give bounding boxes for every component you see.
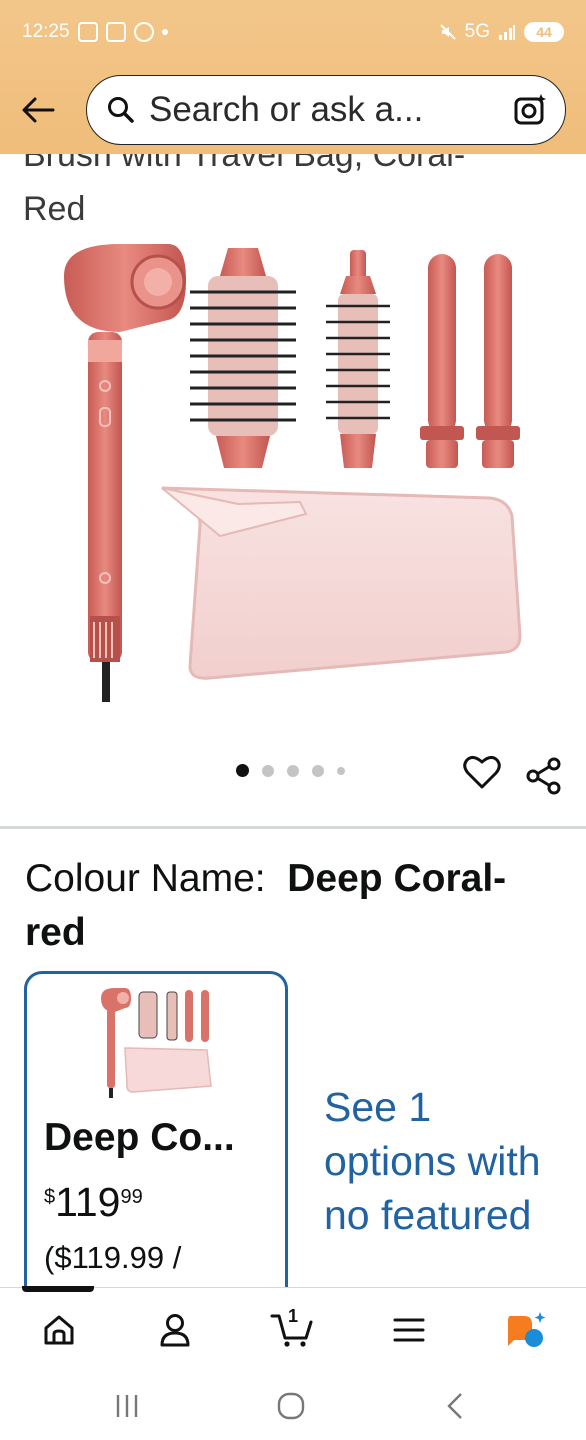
network-label: 5G bbox=[464, 21, 490, 42]
active-tab-indicator bbox=[22, 1286, 94, 1292]
hair-dryer bbox=[64, 244, 186, 702]
system-navigation-bar bbox=[0, 1371, 586, 1440]
round-brush-attachment bbox=[190, 248, 296, 468]
share-icon[interactable] bbox=[524, 756, 564, 796]
camera-lens-icon[interactable] bbox=[513, 93, 547, 127]
cart-count-badge: 1 bbox=[288, 1306, 299, 1326]
screenshot-icon bbox=[105, 22, 126, 42]
nav-account[interactable] bbox=[151, 1308, 199, 1352]
search-icon bbox=[108, 97, 134, 123]
carousel-dot[interactable] bbox=[337, 766, 345, 775]
whatsapp-icon bbox=[133, 22, 154, 42]
app-notification-icon bbox=[77, 22, 98, 42]
bottom-navigation: 1 bbox=[0, 1286, 586, 1372]
curling-barrels bbox=[420, 254, 520, 468]
section-divider bbox=[0, 826, 586, 829]
home-system-button[interactable] bbox=[271, 1389, 311, 1423]
recent-apps-button[interactable] bbox=[107, 1389, 147, 1423]
mute-icon bbox=[439, 24, 456, 40]
search-input[interactable]: Search or ask a... bbox=[149, 90, 499, 130]
back-button[interactable] bbox=[18, 90, 58, 130]
top-band: 12:25 5G 44 Search or ask a... bbox=[0, 0, 586, 154]
nav-menu[interactable] bbox=[385, 1308, 433, 1352]
recent-apps-icon bbox=[116, 1395, 138, 1417]
swatch-unit-price: ($119.99 / bbox=[44, 1240, 182, 1275]
product-title: Brush with Travel Bag, Coral- Red bbox=[23, 154, 466, 228]
clock: 12:25 bbox=[22, 21, 70, 42]
signal-icon bbox=[499, 25, 515, 40]
back-arrow-icon bbox=[22, 97, 55, 123]
swatch-thumbnail bbox=[101, 988, 212, 1098]
carousel-dot[interactable] bbox=[236, 764, 249, 777]
swatch-name: Deep Co... bbox=[44, 1116, 235, 1159]
swatch-price: $ 119 99 bbox=[44, 1179, 143, 1225]
image-carousel-indicator bbox=[236, 764, 345, 777]
rufus-icon bbox=[508, 1312, 546, 1347]
colour-swatch-deep-coral-red[interactable]: Deep Co... $ 119 99 ($119.99 / bbox=[24, 971, 288, 1287]
colour-name-heading: Colour Name: Deep Coral-red bbox=[25, 852, 565, 960]
search-header: Search or ask a... bbox=[0, 72, 586, 148]
nav-cart[interactable]: 1 bbox=[268, 1306, 316, 1352]
chevron-left-icon bbox=[447, 1393, 462, 1419]
carousel-dot[interactable] bbox=[262, 764, 274, 777]
nav-home[interactable] bbox=[35, 1308, 83, 1352]
more-notifications-icon bbox=[161, 29, 168, 35]
back-system-button[interactable] bbox=[435, 1389, 475, 1423]
carousel-dot[interactable] bbox=[312, 764, 324, 777]
search-bar[interactable]: Search or ask a... bbox=[86, 75, 566, 145]
home-circle-icon bbox=[277, 1392, 305, 1420]
wishlist-heart-icon[interactable] bbox=[462, 752, 502, 792]
nav-rufus[interactable] bbox=[502, 1308, 550, 1352]
menu-icon bbox=[393, 1318, 425, 1342]
colour-label: Colour Name: bbox=[25, 857, 266, 900]
status-bar: 12:25 5G 44 bbox=[0, 0, 586, 64]
travel-bag bbox=[161, 486, 522, 680]
product-image[interactable] bbox=[50, 236, 540, 716]
home-icon bbox=[44, 1315, 74, 1345]
battery-indicator: 44 bbox=[524, 22, 564, 42]
small-brush-attachment bbox=[326, 250, 390, 468]
carousel-dot[interactable] bbox=[287, 764, 299, 777]
account-icon bbox=[160, 1314, 190, 1347]
see-options-link[interactable]: See 1 options with no featured bbox=[324, 1080, 554, 1242]
